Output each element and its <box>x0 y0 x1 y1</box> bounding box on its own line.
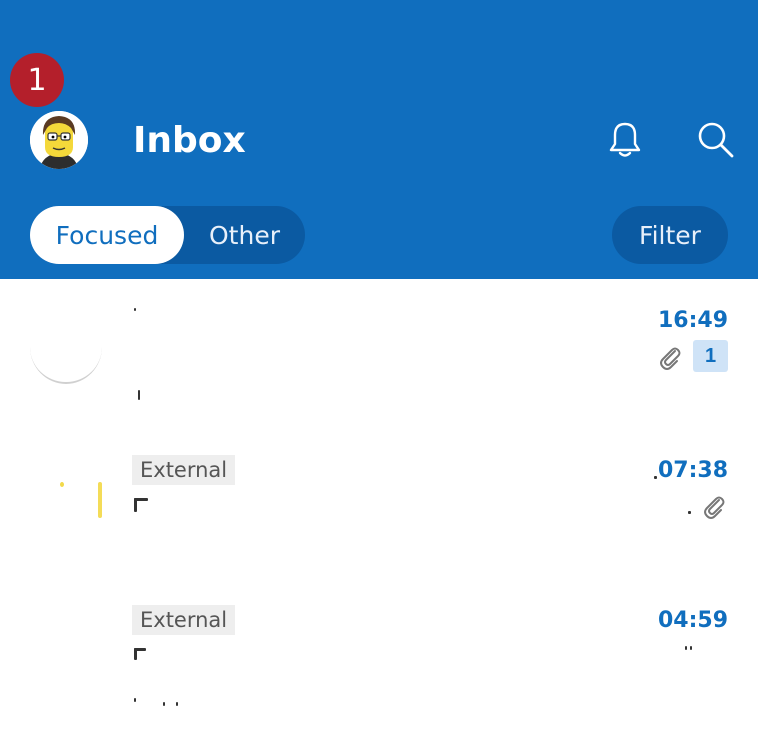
external-tag: External <box>132 605 236 635</box>
notifications-button[interactable] <box>603 117 647 161</box>
obscured-text <box>690 646 692 650</box>
obscured-text <box>685 646 687 650</box>
obscured-text <box>688 511 691 514</box>
tab-focused[interactable]: Focused <box>30 206 184 264</box>
message-time: 04:59 <box>657 608 728 633</box>
sender-avatar <box>30 310 102 384</box>
inbox-segment-control: Focused Other <box>30 206 305 264</box>
notification-count-badge: 1 <box>10 53 64 107</box>
obscured-text <box>163 702 165 706</box>
sender-avatar <box>30 462 102 534</box>
filter-button[interactable]: Filter <box>612 206 728 264</box>
thread-count-badge: 1 <box>693 340 728 372</box>
attachment-icon <box>704 496 725 519</box>
message-list-item[interactable]: External 04:59 <box>0 590 758 740</box>
outlook-inbox-screen: 1 Inbox Focused Other Filter 16:49 1 Ext… <box>0 0 758 742</box>
message-time: 07:38 <box>657 458 728 483</box>
obscured-text <box>654 476 657 479</box>
bell-icon <box>609 122 641 157</box>
obscured-text <box>134 698 136 702</box>
message-time: 16:49 <box>657 308 728 333</box>
page-title: Inbox <box>133 120 246 161</box>
search-icon <box>698 122 734 158</box>
obscured-text <box>134 648 146 651</box>
sender-avatar <box>30 612 102 684</box>
obscured-text <box>134 308 136 311</box>
inbox-header: 1 Inbox Focused Other Filter <box>0 0 758 279</box>
message-list-item[interactable]: External 07:38 <box>0 440 758 590</box>
message-list-item[interactable]: 16:49 1 <box>0 290 758 440</box>
external-tag: External <box>132 455 236 485</box>
obscured-text <box>176 702 178 706</box>
search-button[interactable] <box>693 117 737 161</box>
tab-other[interactable]: Other <box>184 206 305 264</box>
avatar-cartoon-icon <box>30 111 88 169</box>
obscured-text <box>134 498 148 501</box>
attachment-icon <box>660 347 681 370</box>
account-avatar[interactable] <box>30 111 88 169</box>
obscured-text <box>138 390 140 400</box>
